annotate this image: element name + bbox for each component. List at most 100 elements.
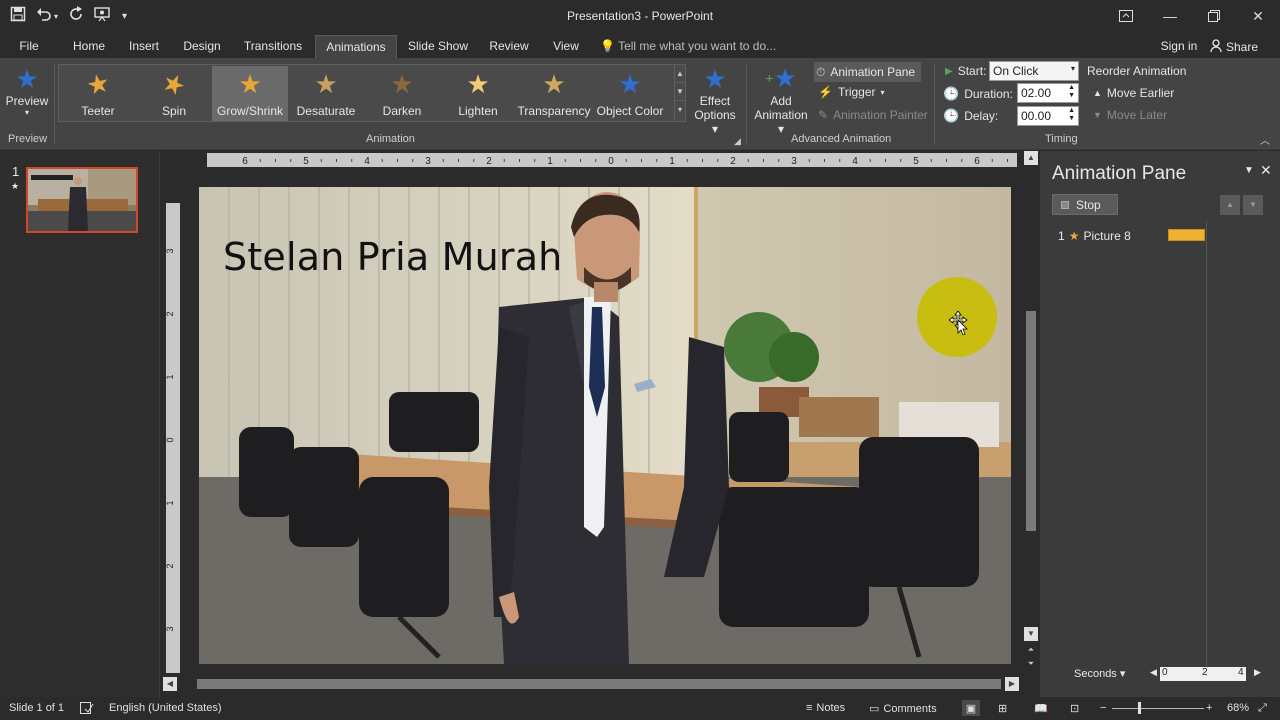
previous-slide-icon[interactable]: ⏶ <box>1024 645 1038 657</box>
spell-check-icon[interactable] <box>80 702 94 714</box>
move-down-icon[interactable]: ▼ <box>1243 195 1263 215</box>
chevron-down-icon: ▾ <box>1070 64 1075 73</box>
group-label-timing: Timing <box>1045 133 1078 145</box>
scroll-thumb[interactable] <box>1026 311 1036 531</box>
restore-icon[interactable] <box>1192 0 1236 32</box>
effect-options-button[interactable]: ★ Effect Options ▾ <box>690 64 740 136</box>
next-slide-icon[interactable]: ⏷ <box>1024 659 1038 671</box>
animation-pane: Animation Pane ▼ ✕ Stop ▲ ▼ 1 ★ Picture … <box>1040 151 1280 697</box>
fit-to-window-icon[interactable]: ⤢ <box>1258 702 1267 715</box>
vertical-scrollbar[interactable]: ▲ ▼ ⏶ ⏷ <box>1024 151 1038 676</box>
delay-label: 🕒 Delay: <box>943 108 999 123</box>
transparency-star-icon: ★ <box>542 69 566 99</box>
move-up-icon[interactable]: ▲ <box>1220 195 1240 215</box>
hscroll-thumb[interactable] <box>197 679 1001 689</box>
tab-review[interactable]: Review <box>484 35 534 58</box>
start-dropdown[interactable]: On Click ▾ <box>989 61 1079 81</box>
zoom-out-icon[interactable]: − <box>1100 702 1106 714</box>
slide-canvas[interactable]: Stelan Pria Murah <box>199 187 1011 664</box>
gallery-up-icon[interactable]: ▲ <box>675 65 685 83</box>
normal-view-icon[interactable]: ▣ <box>962 700 980 716</box>
zoom-in-icon[interactable]: + <box>1206 702 1212 714</box>
gallery-down-icon[interactable]: ▼ <box>675 83 685 101</box>
scroll-right-icon[interactable]: ▶ <box>1005 677 1019 691</box>
slide-thumbnail-pane: 1 ★ <box>0 151 160 697</box>
slide-sorter-icon[interactable]: ⊞ <box>998 702 1007 715</box>
duration-field[interactable]: 02.00 ▲ ▼ <box>1017 83 1079 103</box>
timeline-scroll-left-icon[interactable]: ◀ <box>1150 667 1157 678</box>
animation-lighten[interactable]: ★ Lighten <box>440 66 516 121</box>
animation-object-color[interactable]: ★ Object Color <box>592 66 668 121</box>
scroll-down-icon[interactable]: ▼ <box>1024 627 1038 641</box>
seconds-dropdown[interactable]: Seconds ▾ <box>1074 667 1125 680</box>
clock-icon: 🕒 <box>943 86 960 101</box>
timeline-divider <box>1206 221 1207 666</box>
notes-button[interactable]: ≡ Notes <box>806 702 845 714</box>
tab-transitions[interactable]: Transitions <box>238 35 308 58</box>
timeline-scale: 0 2 4 <box>1160 667 1246 681</box>
animation-pane-button[interactable]: ⏱ Animation Pane <box>814 62 922 82</box>
language-indicator[interactable]: English (United States) <box>109 702 222 714</box>
stop-button[interactable]: Stop <box>1052 194 1118 215</box>
close-icon[interactable]: ✕ <box>1236 0 1280 32</box>
slideshow-view-icon[interactable]: ⊡ <box>1070 702 1079 715</box>
animation-painter-button[interactable]: ✎ Animation Painter <box>818 108 928 122</box>
minimize-icon[interactable]: — <box>1148 0 1192 32</box>
tab-design[interactable]: Design <box>176 35 228 58</box>
ruler-tick-label: 5 <box>303 156 309 167</box>
pane-options-icon[interactable]: ▼ <box>1244 165 1254 176</box>
gallery-more-icon[interactable]: ▾ <box>675 101 685 119</box>
tab-animations[interactable]: Animations <box>315 35 397 58</box>
ruler-tick-label: 3 <box>791 156 797 167</box>
spinner-icon[interactable]: ▲ ▼ <box>1068 84 1075 100</box>
tab-view[interactable]: View <box>546 35 586 58</box>
pane-close-icon[interactable]: ✕ <box>1260 162 1272 179</box>
move-later-button[interactable]: ▼ Move Later <box>1093 108 1167 122</box>
preview-star-icon: ★ <box>15 64 39 94</box>
slide-thumbnail-1[interactable] <box>26 167 138 233</box>
add-animation-button[interactable]: +★ Add Animation ▾ <box>750 62 812 136</box>
timeline-bar[interactable] <box>1168 229 1205 241</box>
animation-teeter[interactable]: ★ Teeter <box>60 66 136 121</box>
horizontal-scrollbar[interactable]: ◀ ▶ <box>163 677 1021 691</box>
reading-view-icon[interactable]: 📖 <box>1034 702 1048 715</box>
preview-button[interactable]: ★ Preview ▾ <box>4 64 50 117</box>
animation-spin[interactable]: ★ Spin <box>136 65 212 121</box>
animation-transparency[interactable]: ★ Transparency <box>516 66 592 121</box>
slide-title-text[interactable]: Stelan Pria Murah <box>223 235 562 279</box>
tab-insert[interactable]: Insert <box>122 35 166 58</box>
move-earlier-button[interactable]: ▲ Move Earlier <box>1093 86 1174 100</box>
animation-desaturate[interactable]: ★ Desaturate <box>288 66 364 121</box>
teeter-star-icon: ★ <box>83 66 113 102</box>
trigger-button[interactable]: ⚡ Trigger ▾ <box>818 85 885 99</box>
tab-slide-show[interactable]: Slide Show <box>404 35 472 58</box>
scroll-left-icon[interactable]: ◀ <box>163 677 177 691</box>
animation-gallery: ★ Teeter ★ Spin ★ Grow/Shrink ★ Desatura… <box>58 64 686 122</box>
status-bar: Slide 1 of 1 English (United States) ≡ N… <box>0 697 1280 720</box>
slide-number: 1 <box>12 164 20 179</box>
comments-button[interactable]: ▭ Comments <box>869 702 937 716</box>
zoom-slider-thumb[interactable] <box>1138 702 1141 714</box>
share-button[interactable]: Share <box>1208 35 1260 58</box>
vertical-ruler: 3 2 1 0 1 2 3 <box>165 203 180 673</box>
tell-me-box[interactable]: 💡 Tell me what you want to do... <box>600 35 780 58</box>
animation-grow-shrink[interactable]: ★ Grow/Shrink <box>212 66 288 121</box>
ruler-tick-label: 0 <box>608 156 614 167</box>
sign-in-link[interactable]: Sign in <box>1156 35 1202 58</box>
scroll-up-icon[interactable]: ▲ <box>1024 151 1038 165</box>
zoom-slider[interactable] <box>1112 708 1204 709</box>
timeline-scroll-right-icon[interactable]: ▶ <box>1254 667 1261 678</box>
collapse-ribbon-icon[interactable]: ︿ <box>1260 132 1270 147</box>
zoom-level[interactable]: 68% <box>1227 702 1249 714</box>
ribbon-display-options-icon[interactable] <box>1104 0 1148 32</box>
animation-darken[interactable]: ★ Darken <box>364 66 440 121</box>
item-number: 1 <box>1058 229 1065 243</box>
delay-field[interactable]: 00.00 ▲ ▼ <box>1017 106 1079 126</box>
tab-file[interactable]: File <box>10 35 48 58</box>
ruler-tick-label: 2 <box>166 311 175 316</box>
ruler-tick-label: 3 <box>425 156 431 167</box>
spinner-icon[interactable]: ▲ ▼ <box>1068 107 1075 123</box>
tab-home[interactable]: Home <box>64 35 114 58</box>
animation-dialog-launcher-icon[interactable]: ◢ <box>734 136 741 147</box>
notes-icon: ≡ <box>806 702 813 714</box>
